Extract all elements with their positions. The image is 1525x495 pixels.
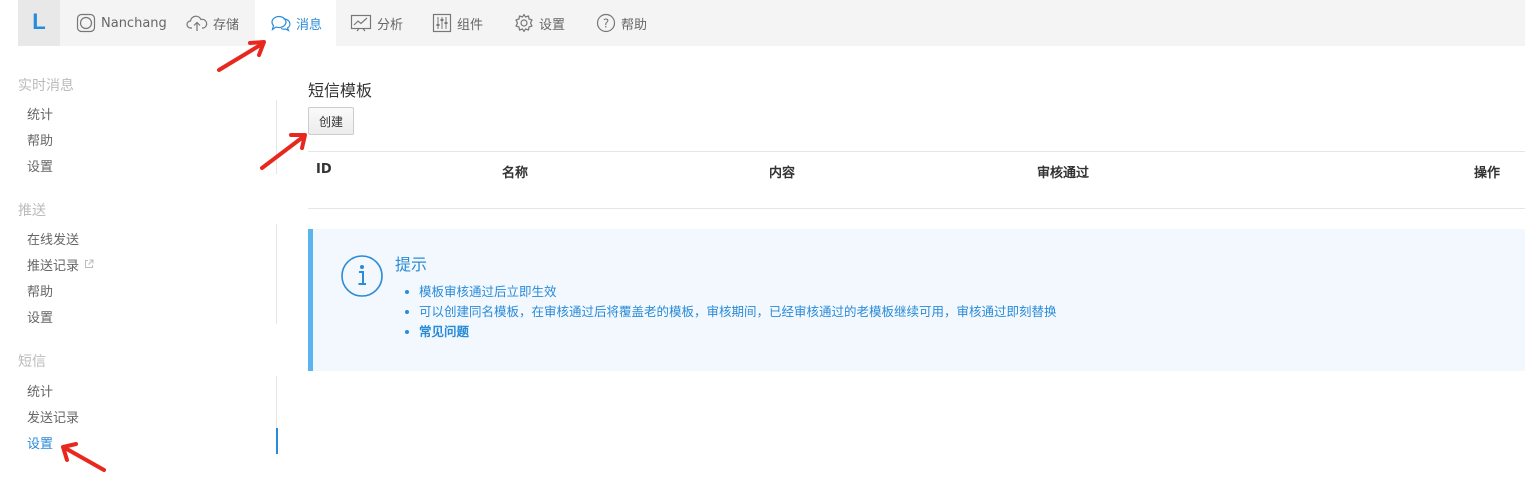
column-header-approved: 审核通过 [1037,166,1090,181]
sidebar-divider [276,376,277,428]
nav-analytics[interactable]: 分析 [350,0,403,46]
nav-messages[interactable]: 消息 [255,0,336,46]
sidebar-item-sms-records[interactable]: 发送记录 [27,407,79,426]
sidebar-item-realtime-help[interactable]: 帮助 [27,130,53,149]
external-link-icon [84,258,94,273]
app-circle-icon [76,13,96,33]
nav-help[interactable]: ? 帮助 [596,0,647,46]
sidebar-group-push: 推送 [18,203,46,219]
chat-bubbles-icon [269,14,291,32]
cloud-upload-icon [186,14,208,32]
column-header-name: 名称 [502,166,529,181]
nav-label: 消息 [296,17,323,33]
nav-components[interactable]: 组件 [432,0,483,46]
nav-label: 分析 [377,17,404,33]
sidebar-item-push-send[interactable]: 在线发送 [27,229,79,248]
sidebar-divider [276,224,277,324]
sidebar-group-realtime: 实时消息 [18,78,74,94]
svg-text:?: ? [603,17,609,31]
column-header-actions: 操作 [1474,166,1501,181]
nav-storage[interactable]: 存储 [186,0,239,46]
top-nav-bar: L Nanchang 存储 消息 分析 组件 设置 ? 帮助 [18,0,1525,46]
sidebar-item-realtime-stats[interactable]: 统计 [27,104,53,123]
sidebar-item-realtime-settings[interactable]: 设置 [27,156,53,175]
sidebar-group-sms: 短信 [18,354,46,370]
sidebar-item-sms-settings[interactable]: 设置 [27,433,53,452]
nav-label: 存储 [213,17,240,33]
alert-list: 模板审核通过后立即生效 可以创建同名模板，在审核通过后将覆盖老的模板，审核期间，… [405,282,1057,342]
column-header-id: ID [316,162,332,177]
sidebar-divider [276,100,277,174]
sidebar: 实时消息 统计 帮助 设置 推送 在线发送 推送记录 帮助 设置 短信 统计 发… [0,46,278,495]
table-divider [308,208,1525,209]
create-button[interactable]: 创建 [308,107,354,135]
sidebar-active-indicator [276,428,278,454]
app-logo[interactable]: L [18,0,60,46]
sidebar-item-label: 推送记录 [27,259,80,274]
alert-item: 可以创建同名模板，在审核通过后将覆盖老的模板，审核期间，已经审核通过的老模板继续… [405,302,1057,322]
column-header-content: 内容 [769,166,796,181]
nav-label: 设置 [539,17,566,33]
nav-label: Nanchang [101,15,167,31]
table-divider [308,151,1525,152]
sidebar-item-sms-stats[interactable]: 统计 [27,381,53,400]
sidebar-item-push-records[interactable]: 推送记录 [27,255,94,274]
nav-label: 组件 [457,17,484,33]
chart-icon [350,14,372,32]
gear-icon [514,13,534,33]
alert-title: 提示 [395,255,428,274]
help-icon: ? [596,13,616,33]
nav-label: 帮助 [621,17,648,33]
page-title: 短信模板 [308,81,373,100]
faq-link[interactable]: 常见问题 [405,322,1057,342]
nav-app-nanchang[interactable]: Nanchang [76,0,167,46]
info-alert: 提示 模板审核通过后立即生效 可以创建同名模板，在审核通过后将覆盖老的模板，审核… [308,229,1525,371]
nav-settings[interactable]: 设置 [514,0,565,46]
alert-item: 模板审核通过后立即生效 [405,282,1057,302]
sidebar-item-push-help[interactable]: 帮助 [27,281,53,300]
sidebar-item-push-settings[interactable]: 设置 [27,307,53,326]
info-icon [340,254,384,302]
sliders-icon [432,13,452,33]
